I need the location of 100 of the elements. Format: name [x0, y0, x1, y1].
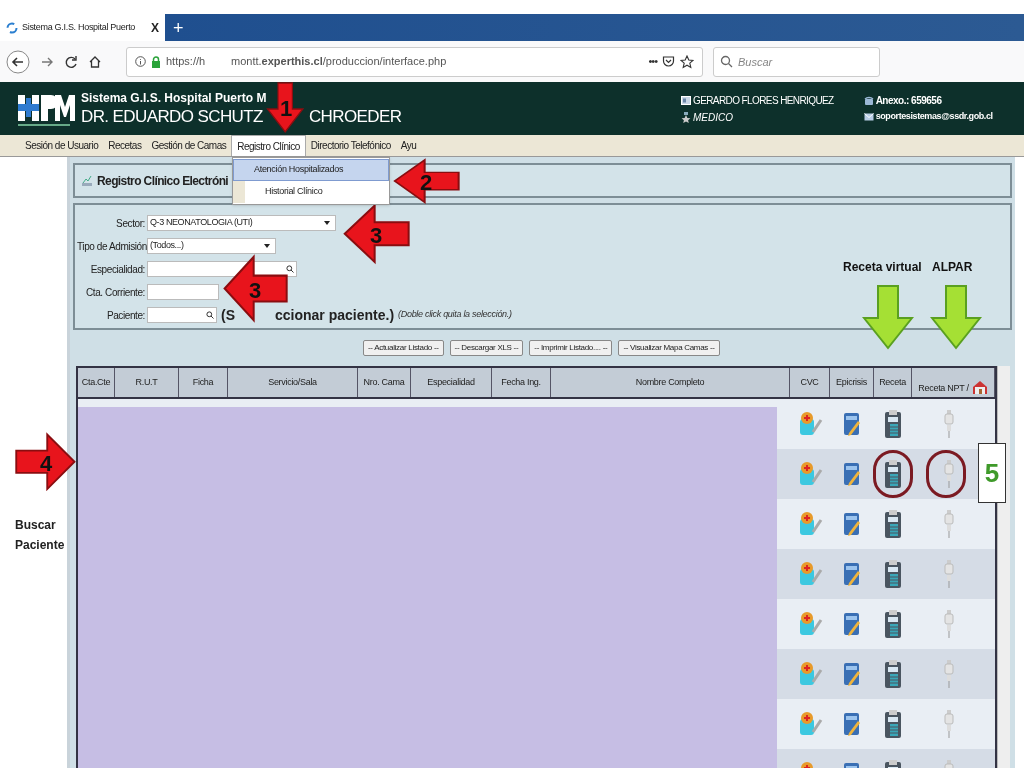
address-bar[interactable]: https://h montt.experthis.cl/produccion/interface.php •••: [126, 46, 703, 77]
menu-item[interactable]: Registro Clínico: [231, 135, 306, 156]
down-arrow-icon: [862, 284, 914, 350]
field-label: Cta. Corriente:: [84, 285, 146, 300]
new-tab-button[interactable]: +: [173, 18, 184, 37]
callout-arrow: 2: [392, 158, 460, 206]
column-header[interactable]: Especialidad: [411, 368, 492, 397]
medicine-jar-icon[interactable]: [797, 510, 823, 538]
field-label: Especialidad:: [89, 262, 146, 277]
search-icon: [720, 54, 733, 68]
lock-icon: [151, 55, 161, 68]
column-header[interactable]: Servicio/Sala: [228, 368, 358, 397]
column-header[interactable]: Nombre Completo: [551, 368, 790, 397]
bookmark-star-icon[interactable]: [680, 54, 694, 69]
medicine-jar-icon[interactable]: [797, 610, 823, 638]
search-field[interactable]: Buscar: [713, 46, 880, 77]
column-header[interactable]: Ficha: [179, 368, 228, 397]
clipboard-icon[interactable]: [884, 509, 902, 539]
dropdown-field[interactable]: (Todos...): [147, 238, 276, 254]
support-email: soportesistemas@ssdr.gob.cl: [875, 110, 993, 124]
notepad-pencil-icon[interactable]: [843, 411, 861, 437]
field-label: Tipo de Admisión:: [77, 239, 147, 254]
user-role: MEDICO: [693, 110, 733, 125]
dropdown-field[interactable]: Q-3 NEONATOLOGIA (UTI): [147, 215, 336, 231]
page-actions-button[interactable]: •••: [648, 53, 657, 70]
pocket-icon[interactable]: [662, 55, 675, 68]
annotation-label: ALPAR: [932, 259, 973, 276]
patient-hint: ccionar paciente.): [275, 305, 395, 325]
tab-title: Sistema G.I.S. Hospital Puerto: [22, 20, 137, 34]
reload-icon[interactable]: [64, 54, 78, 69]
column-header[interactable]: Cta.Cte: [78, 368, 115, 397]
menu-item[interactable]: Recetas: [103, 135, 147, 156]
menu-item[interactable]: Gestión de Camas: [146, 135, 232, 156]
medicine-jar-icon[interactable]: [797, 410, 823, 438]
medicine-jar-icon[interactable]: [797, 460, 823, 488]
clipboard-icon[interactable]: [884, 659, 902, 689]
medal-icon: [681, 111, 691, 123]
column-header[interactable]: Receta: [874, 368, 912, 397]
back-icon[interactable]: [6, 49, 30, 74]
step-number-tooltip: 5: [978, 443, 1006, 503]
house-icon: [971, 379, 988, 395]
search-icon: [206, 311, 214, 319]
toolbar-button[interactable]: -- Visualizar Mapa Camas --: [618, 340, 720, 356]
phone-extension: Anexo.: 659656: [875, 94, 942, 109]
menu-item[interactable]: Sesión de Usuario: [20, 135, 104, 156]
annotation-label: Receta virtual: [843, 259, 922, 276]
toolbar-button[interactable]: -- Imprimir Listado.... --: [529, 340, 613, 356]
patient-hint: (S: [221, 305, 235, 325]
panel-title: Registro Clínico Electróni: [97, 172, 229, 190]
notepad-pencil-icon[interactable]: [843, 611, 861, 637]
column-header[interactable]: Fecha Ing.: [492, 368, 551, 397]
menu-item[interactable]: Ayu: [395, 135, 422, 156]
notepad-pencil-icon[interactable]: [843, 711, 861, 737]
notepad-pencil-icon[interactable]: [843, 511, 861, 537]
info-icon: [135, 56, 146, 67]
notepad-pencil-icon[interactable]: [843, 461, 861, 487]
dropdown-item[interactable]: Historial Clínico: [233, 181, 389, 203]
clipboard-icon[interactable]: [884, 409, 902, 439]
toolbar-button[interactable]: -- Actualizar Listado --: [363, 340, 444, 356]
toolbar-button[interactable]: -- Descargar XLS --: [449, 340, 524, 356]
medicine-jar-icon[interactable]: [797, 560, 823, 588]
callout-arrow: 1: [266, 82, 306, 134]
down-arrow-icon: [930, 284, 982, 350]
notepad-pencil-icon[interactable]: [843, 561, 861, 587]
medicine-jar-icon[interactable]: [797, 710, 823, 738]
column-header[interactable]: Nro. Cama: [358, 368, 411, 397]
table-row[interactable]: [777, 549, 995, 599]
system-title: Sistema G.I.S. Hospital Puerto M: [81, 91, 268, 107]
column-header[interactable]: R.U.T: [115, 368, 179, 397]
sidebar-link[interactable]: Buscar Paciente: [15, 515, 65, 555]
field-label: Sector:: [115, 216, 146, 231]
user-name: GERARDO FLORES HENRIQUEZ: [693, 93, 834, 108]
menu-item[interactable]: Directorio Telefónico: [305, 135, 396, 156]
column-header[interactable]: CVC: [790, 368, 830, 397]
tab-close-button[interactable]: X: [151, 18, 159, 37]
doctor-name: CHROEDER: [308, 106, 402, 128]
search-icon: [286, 265, 294, 273]
patient-hint-note: (Doble click quita la selección.): [398, 308, 512, 322]
url-text: https://h: [166, 54, 207, 70]
clipboard-icon[interactable]: [884, 459, 902, 489]
clipboard-icon[interactable]: [884, 709, 902, 739]
table-row[interactable]: [777, 649, 995, 699]
dropdown-item[interactable]: Atención Hospitalizados: [233, 159, 389, 181]
doctor-name: DR. EDUARDO SCHUTZ: [81, 106, 263, 128]
field-label: Paciente:: [105, 308, 146, 323]
clipboard-icon[interactable]: [884, 559, 902, 589]
id-card-icon: [681, 95, 691, 105]
phone-icon: [863, 95, 874, 106]
column-header[interactable]: Epicrisis: [830, 368, 874, 397]
search-input-field[interactable]: [147, 307, 217, 323]
input-field[interactable]: [147, 284, 219, 300]
clipboard-icon[interactable]: [884, 609, 902, 639]
column-header[interactable]: Receta NPT /: [912, 368, 995, 397]
loading-icon: [6, 21, 18, 34]
medicine-jar-icon[interactable]: [797, 660, 823, 688]
callout-arrow: 4: [15, 432, 77, 494]
url-text: montt.experthis.cl/produccion/interface.php: [231, 54, 448, 70]
notepad-pencil-icon[interactable]: [843, 661, 861, 687]
callout-arrow: 3: [342, 203, 410, 267]
home-icon[interactable]: [88, 54, 102, 69]
